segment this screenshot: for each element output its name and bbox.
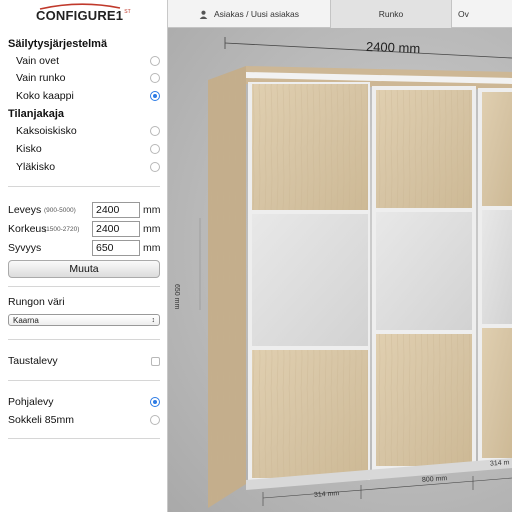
bottom-dimension-label-3: 314 m xyxy=(489,459,510,468)
tab-label: Asiakas / Uusi asiakas xyxy=(213,9,300,19)
depth-dimension-label: 650 mm xyxy=(173,284,180,310)
height-unit: mm xyxy=(143,223,161,235)
height-label: Korkeus xyxy=(8,223,47,235)
option-kaksoiskisko[interactable]: Kaksoiskisko xyxy=(8,122,160,140)
door-left xyxy=(248,82,370,480)
option-sokkeli[interactable]: Sokkeli 85mm xyxy=(8,411,160,429)
top-nav: Asiakas / Uusi asiakas Runko Ov xyxy=(168,0,512,28)
logo: CONFIGURE1 ST xyxy=(36,3,131,28)
back-panel-row[interactable]: Taustalevy xyxy=(8,352,160,370)
divider xyxy=(8,380,160,381)
option-label: Pohjalevy xyxy=(8,396,54,408)
option-label: Vain ovet xyxy=(16,55,59,67)
radio-button[interactable] xyxy=(150,415,160,425)
apply-button[interactable]: Muuta xyxy=(8,260,160,278)
back-panel-label: Taustalevy xyxy=(8,355,58,367)
width-input[interactable]: 2400 xyxy=(92,202,140,218)
radio-button-selected[interactable] xyxy=(150,397,160,407)
sidebar: CONFIGURE1 ST Säilytysjärjestelmä Vain o… xyxy=(0,0,168,512)
tab-doors[interactable]: Ov xyxy=(451,0,512,28)
system-section-title: Säilytysjärjestelmä xyxy=(8,38,108,50)
tab-customer[interactable]: Asiakas / Uusi asiakas xyxy=(168,0,330,28)
option-vain-runko[interactable]: Vain runko xyxy=(8,69,160,87)
divider xyxy=(8,438,160,439)
radio-button[interactable] xyxy=(150,56,160,66)
door-right xyxy=(478,88,512,462)
width-label: Leveys xyxy=(8,204,42,216)
back-panel-checkbox[interactable] xyxy=(151,356,160,366)
tab-label: Runko xyxy=(378,9,404,19)
frame-color-label: Rungon väri xyxy=(8,296,65,308)
option-pohjalevy[interactable]: Pohjalevy xyxy=(8,393,160,411)
frame-color-select[interactable]: Kaarna ↕ xyxy=(8,314,160,326)
width-range: (900-5000) xyxy=(44,206,76,214)
radio-button[interactable] xyxy=(150,162,160,172)
door-middle xyxy=(372,86,476,470)
option-koko-kaappi[interactable]: Koko kaappi xyxy=(8,87,160,105)
user-icon xyxy=(199,10,208,19)
option-label: Kaksoiskisko xyxy=(16,125,77,137)
logo-sup: ST xyxy=(124,9,131,15)
option-ylakisko[interactable]: Yläkisko xyxy=(8,158,160,176)
depth-unit: mm xyxy=(143,242,161,254)
height-input[interactable]: 2400 xyxy=(92,221,140,237)
height-range: (1500-2720) xyxy=(44,225,80,233)
tab-label: Ov xyxy=(458,9,469,19)
divider-section-title: Tilanjakaja xyxy=(8,108,65,120)
option-label: Kisko xyxy=(16,143,42,155)
width-unit: mm xyxy=(143,204,161,216)
3d-viewport[interactable]: 2400 mm 650 mm 314 mm 800 mm 314 m xyxy=(168,28,512,512)
option-label: Vain runko xyxy=(16,72,66,84)
frame-color-value: Kaarna xyxy=(13,315,39,325)
select-arrows-icon: ↕ xyxy=(151,316,156,324)
option-label: Koko kaappi xyxy=(16,90,74,102)
logo-text: CONFIGURE1 xyxy=(36,8,124,23)
option-vain-ovet[interactable]: Vain ovet xyxy=(8,52,160,70)
option-kisko[interactable]: Kisko xyxy=(8,140,160,158)
radio-button[interactable] xyxy=(150,144,160,154)
divider xyxy=(8,186,160,187)
logo-swoosh-icon xyxy=(39,3,121,10)
option-label: Sokkeli 85mm xyxy=(8,414,74,426)
depth-label: Syvyys xyxy=(8,242,42,254)
radio-button[interactable] xyxy=(150,126,160,136)
radio-button[interactable] xyxy=(150,73,160,83)
divider xyxy=(8,339,160,340)
divider xyxy=(8,286,160,287)
width-dimension-label: 2400 mm xyxy=(365,39,421,56)
wardrobe-render xyxy=(199,37,512,508)
tab-frame[interactable]: Runko xyxy=(330,0,451,28)
option-label: Yläkisko xyxy=(16,161,56,173)
radio-button-selected[interactable] xyxy=(150,91,160,101)
depth-input[interactable]: 650 xyxy=(92,240,140,256)
